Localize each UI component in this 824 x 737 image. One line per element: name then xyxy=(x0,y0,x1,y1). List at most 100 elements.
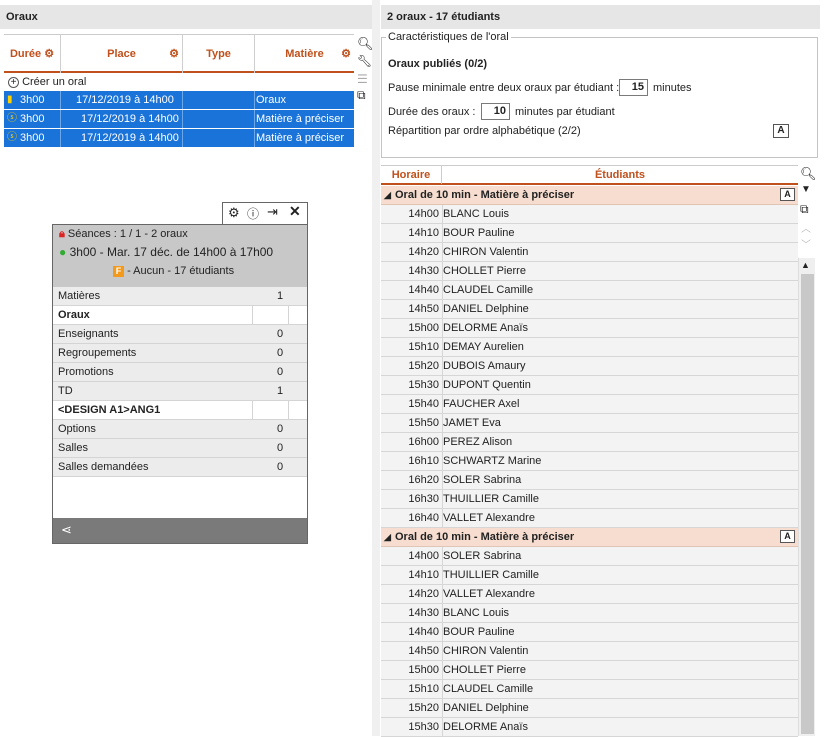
student-row[interactable]: 14h10 BOUR Pauline xyxy=(381,224,798,243)
card-row-label: Salles xyxy=(58,442,88,454)
collapse-triangle-icon[interactable]: ◢ xyxy=(384,528,391,547)
student-row[interactable]: 15h30 DUPONT Quentin xyxy=(381,376,798,395)
card-row-label: Oraux xyxy=(58,309,90,321)
student-time: 15h50 xyxy=(408,417,439,429)
gear-icon[interactable]: ⚙ xyxy=(228,205,240,221)
col-horaire[interactable]: Horaire xyxy=(381,166,442,184)
student-name: CHIRON Valentin xyxy=(443,246,529,258)
table-row[interactable]: ▮ 3h00 17/12/2019 à 14h00 Oraux xyxy=(4,91,354,109)
collapse-triangle-icon[interactable]: ◢ xyxy=(384,186,391,205)
student-time: 14h20 xyxy=(408,588,439,600)
col-etudiants[interactable]: Étudiants xyxy=(442,166,798,184)
student-row[interactable]: 16h00 PEREZ Alison xyxy=(381,433,798,452)
group-header[interactable]: ◢ Oral de 10 min - Matière à préciser A xyxy=(381,528,798,547)
student-row[interactable]: 14h40 CLAUDEL Camille xyxy=(381,281,798,300)
gear-icon[interactable]: ⚙ xyxy=(169,35,179,73)
copy-icon[interactable]: ⧉ xyxy=(800,202,809,217)
duree-input[interactable]: 10 xyxy=(481,103,510,120)
student-time: 14h50 xyxy=(408,303,439,315)
gear-icon[interactable]: ⚙ xyxy=(44,48,54,60)
student-row[interactable]: 16h20 SOLER Sabrina xyxy=(381,471,798,490)
card-row-label: <DESIGN A1>ANG1 xyxy=(58,404,161,416)
student-time: 14h40 xyxy=(408,626,439,638)
search-icon[interactable]: 🔍︎ xyxy=(800,166,817,182)
group-title: Oral de 10 min - Matière à préciser xyxy=(395,531,575,543)
student-row[interactable]: 15h50 JAMET Eva xyxy=(381,414,798,433)
row-duree: 3h00 xyxy=(20,113,45,125)
card-row[interactable]: <DESIGN A1>ANG1 xyxy=(53,401,307,420)
exit-icon[interactable]: ⇥ xyxy=(267,204,278,220)
student-row[interactable]: 15h40 FAUCHER Axel xyxy=(381,395,798,414)
student-row[interactable]: 14h00 BLANC Louis xyxy=(381,205,798,224)
col-matiere[interactable]: Matière ⚙ xyxy=(255,35,354,73)
student-name: VALLET Alexandre xyxy=(443,588,535,600)
status-icon: ⓢ xyxy=(7,113,17,124)
table-row[interactable]: ⓢ 3h00 17/12/2019 à 14h00 Matière à précise… xyxy=(4,129,354,147)
col-place[interactable]: Place ⚙ xyxy=(61,35,183,73)
group-title: Oral de 10 min - Matière à préciser xyxy=(395,189,575,201)
student-row[interactable]: 16h40 VALLET Alexandre xyxy=(381,509,798,528)
student-row[interactable]: 15h00 CHOLLET Pierre xyxy=(381,661,798,680)
student-row[interactable]: 15h00 DELORME Anaïs xyxy=(381,319,798,338)
student-name: SOLER Sabrina xyxy=(443,474,522,486)
scrollbar[interactable]: ▲ xyxy=(798,258,815,736)
student-row[interactable]: 15h20 DUBOIS Amaury xyxy=(381,357,798,376)
duree-unit: minutes par étudiant xyxy=(515,106,615,118)
student-row[interactable]: 14h10 THUILLIER Camille xyxy=(381,566,798,585)
student-time: 15h40 xyxy=(408,398,439,410)
pause-input[interactable]: 15 xyxy=(619,79,648,96)
chevron-down-icon[interactable]: ﹀ xyxy=(801,236,811,251)
sort-alpha-icon[interactable]: A xyxy=(780,530,795,543)
panel-splitter[interactable] xyxy=(372,0,380,736)
card-row-count: 0 xyxy=(277,347,284,359)
col-type[interactable]: Type xyxy=(183,35,255,73)
student-row[interactable]: 14h20 CHIRON Valentin xyxy=(381,243,798,262)
chevron-up-icon[interactable]: ︿ xyxy=(801,220,811,235)
student-row[interactable]: 14h20 VALLET Alexandre xyxy=(381,585,798,604)
student-time: 15h00 xyxy=(408,664,439,676)
student-time: 14h40 xyxy=(408,284,439,296)
triangle-down-icon[interactable]: ▼ xyxy=(801,184,811,195)
student-time: 15h30 xyxy=(408,721,439,733)
card-row[interactable]: Oraux xyxy=(53,306,307,325)
time-text: 3h00 - Mar. 17 déc. de 14h00 à 17h00 xyxy=(69,245,274,259)
sort-alpha-icon[interactable]: A xyxy=(780,188,795,201)
sort-alpha-icon[interactable]: A xyxy=(773,124,789,138)
info-icon[interactable]: ⓘ xyxy=(247,205,259,222)
student-row[interactable]: 14h30 BLANC Louis xyxy=(381,604,798,623)
create-oral-button[interactable]: + Créer un oral xyxy=(8,74,86,90)
orals-table-header: Durée ⚙ Place ⚙ Type Matière ⚙ xyxy=(4,34,354,73)
student-row[interactable]: 16h10 SCHWARTZ Marine xyxy=(381,452,798,471)
wrench-icon[interactable]: 🔧︎ xyxy=(357,54,372,68)
scroll-up-icon[interactable]: ▲ xyxy=(801,260,810,270)
student-name: FAUCHER Axel xyxy=(443,398,520,410)
seances-text: Séances : 1 / 1 - 2 oraux xyxy=(67,228,188,240)
student-name: THUILLIER Camille xyxy=(443,493,539,505)
student-row[interactable]: 15h10 CLAUDEL Camille xyxy=(381,680,798,699)
student-name: DELORME Anaïs xyxy=(443,721,528,733)
student-row[interactable]: 15h20 DANIEL Delphine xyxy=(381,699,798,718)
student-row[interactable]: 16h30 THUILLIER Camille xyxy=(381,490,798,509)
student-row[interactable]: 15h10 DEMAY Aurelien xyxy=(381,338,798,357)
student-name: CHIRON Valentin xyxy=(443,645,529,657)
list-icon[interactable]: ☰ xyxy=(357,72,368,86)
student-row[interactable]: 14h00 SOLER Sabrina xyxy=(381,547,798,566)
card-row-label: Matières xyxy=(58,290,101,302)
card-row-label: TD xyxy=(58,385,73,397)
student-row[interactable]: 15h30 DELORME Anaïs xyxy=(381,718,798,737)
copy-icon[interactable]: ⧉ xyxy=(357,88,366,103)
close-icon[interactable]: ✕ xyxy=(289,203,301,220)
share-icon[interactable]: ⋖ xyxy=(61,522,72,538)
student-row[interactable]: 14h50 CHIRON Valentin xyxy=(381,642,798,661)
card-row-label: Options xyxy=(58,423,96,435)
table-row[interactable]: ⓢ 3h00 17/12/2019 à 14h00 Matière à précise… xyxy=(4,110,354,128)
scrollbar-thumb[interactable] xyxy=(801,274,814,734)
group-header[interactable]: ◢ Oral de 10 min - Matière à préciser A xyxy=(381,186,798,205)
student-row[interactable]: 14h50 DANIEL Delphine xyxy=(381,300,798,319)
col-duree[interactable]: Durée ⚙ xyxy=(4,35,61,73)
student-row[interactable]: 14h30 CHOLLET Pierre xyxy=(381,262,798,281)
row-place: 17/12/2019 à 14h00 xyxy=(81,132,179,144)
gear-icon[interactable]: ⚙ xyxy=(341,35,351,73)
student-row[interactable]: 14h40 BOUR Pauline xyxy=(381,623,798,642)
row-place: 17/12/2019 à 14h00 xyxy=(81,113,179,125)
